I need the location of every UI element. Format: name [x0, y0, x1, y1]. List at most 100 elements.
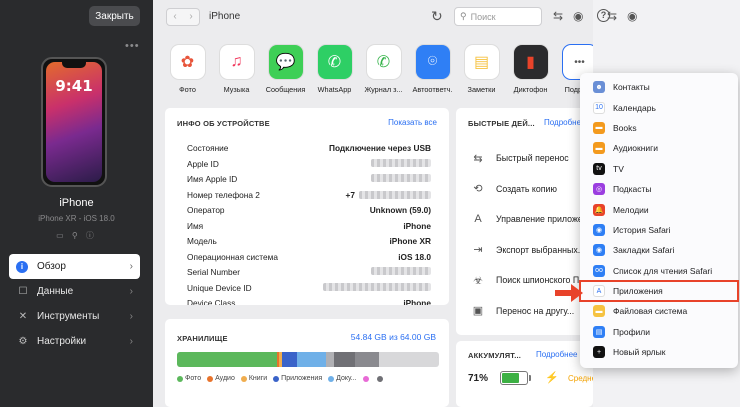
menu-item-11[interactable]: ▬ Файловая система [580, 301, 738, 321]
menu-item-label: Календарь [613, 102, 656, 113]
menu-item-10[interactable]: A Приложения [579, 279, 739, 303]
menu-item-12[interactable]: ▤ Профили [580, 322, 738, 342]
info-value: Unknown (59.0) [369, 205, 431, 215]
legend-item [376, 375, 385, 382]
storage-capacity: 54.84 GB из 64.00 GB [350, 332, 436, 342]
sidebar-item-0[interactable]: i Обзор › [9, 254, 140, 279]
tv-icon: tv [593, 162, 605, 175]
quick-action-item[interactable]: ⟲ Создать копию [470, 174, 590, 205]
menu-item-label: Контакты [613, 82, 650, 93]
app-shortcut[interactable]: ✆ Журнал з... [359, 45, 408, 94]
menu-item-8[interactable]: ◉ Закладки Safari [580, 240, 738, 260]
sidebar-nav: i Обзор › ☐ Данные › ✕ Инструменты › ⚙ Настройки › [9, 254, 140, 354]
info-circle-icon: i [16, 260, 28, 273]
tools-icon: ✕ [18, 311, 28, 322]
info-row: Операционная система iOS 18.0 [187, 252, 431, 268]
storage-segment [177, 352, 277, 367]
sidebar-item-1[interactable]: ☐ Данные › [9, 279, 140, 304]
charging-bolt-icon: ⚡ [545, 372, 559, 384]
show-all-link[interactable]: Показать все [388, 118, 437, 127]
quick-action-item[interactable]: ⇆ Быстрый перенос [470, 143, 590, 174]
menu-item-label: Приложения [613, 286, 663, 297]
menu-item-2[interactable]: ▬ Books [580, 118, 738, 138]
menu-item-5[interactable]: ◎ Подкасты [580, 179, 738, 199]
search-icon: ⚲ [460, 11, 467, 21]
music-icon: ♫ [219, 45, 254, 79]
device-model-os: iPhone XR - iOS 18.0 [38, 214, 115, 223]
files-icon: ▬ [593, 305, 605, 318]
menu-item-13[interactable]: + Новый ярлык [580, 342, 738, 362]
app-label: Музыка [223, 85, 250, 94]
menu-item-6[interactable]: 🔔 Мелодии [580, 199, 738, 219]
account-icon[interactable]: ◉ [627, 9, 637, 23]
quick-action-label: Экспорт выбранных... [496, 244, 586, 255]
storage-legend: Фото Аудио Книги Приложения Доку... [177, 375, 391, 382]
menu-item-7[interactable]: ◉ История Safari [580, 220, 738, 240]
account-icon[interactable]: ◉ [573, 9, 583, 23]
info-value: Подключение через USB [328, 143, 431, 153]
sidebar-item-label: Инструменты [37, 311, 100, 322]
battery-status: Средне [568, 374, 597, 383]
app-shortcut[interactable]: ⌾ Автоответч. [408, 45, 457, 94]
app-shortcut[interactable]: ✿ Фото [163, 45, 212, 94]
info-label: Операционная система [187, 251, 278, 262]
info-label: Имя [187, 220, 204, 231]
storage-segment [334, 352, 356, 367]
app-store-icon: A [593, 285, 605, 298]
safari-history-icon: ◉ [593, 223, 605, 236]
quick-action-item[interactable]: ⟳ [470, 326, 590, 335]
help-icon[interactable]: ? [597, 9, 610, 22]
legend-item: Доку... [328, 375, 357, 382]
storage-segment [281, 352, 298, 367]
more-icon[interactable]: ••• [125, 40, 140, 52]
device-status-icons: ▭ ⚲ ⓘ [56, 231, 97, 240]
menu-item-9[interactable]: oo Список для чтения Safari [580, 261, 738, 281]
legend-dot [177, 375, 183, 382]
menu-item-0[interactable]: ☻ Контакты [580, 77, 738, 97]
sidebar-item-3[interactable]: ⚙ Настройки › [9, 329, 140, 354]
device-info-header: ИНФО ОБ УСТРОЙСТВЕ [177, 119, 270, 128]
gear-icon: ⚙ [18, 336, 28, 347]
info-row: Модель iPhone XR [187, 236, 431, 252]
menu-item-4[interactable]: tv TV [580, 159, 738, 179]
device-info-card: ИНФО ОБ УСТРОЙСТВЕ Показать все Состояни… [165, 108, 449, 305]
back-icon[interactable]: ‹ [167, 9, 183, 25]
redacted-value [371, 267, 431, 275]
quick-action-item[interactable]: A Управление приложе... [470, 204, 590, 235]
menu-item-label: Профили [613, 326, 651, 337]
chevron-right-icon: › [129, 311, 133, 322]
app-shortcut[interactable]: ♫ Музыка [212, 45, 261, 94]
info-label: Состояние [187, 143, 229, 153]
app-store-icon: A [474, 213, 482, 226]
sidebar-item-label: Данные [37, 286, 74, 297]
app-shortcut[interactable]: 💬 Сообщения [261, 45, 310, 94]
contacts-icon: ☻ [593, 81, 605, 94]
info-label: Оператор [187, 205, 225, 215]
transfer-icon[interactable]: ⇆ [553, 9, 563, 23]
sidebar-item-2[interactable]: ✕ Инструменты › [9, 304, 140, 329]
search-input[interactable]: ⚲ Поиск [454, 7, 542, 26]
menu-item-1[interactable]: 10 Календарь [580, 97, 738, 117]
battery-header: АККУМУЛЯТ... [468, 351, 522, 360]
info-row: Unique Device ID [187, 282, 431, 299]
menu-item-label: Закладки Safari [613, 245, 675, 256]
menu-item-3[interactable]: ▬ Аудиокниги [580, 138, 738, 158]
redacted-value [323, 282, 431, 291]
info-label: Модель [187, 236, 217, 246]
app-shortcut[interactable]: ✆ WhatsApp [310, 45, 359, 94]
app-shortcut[interactable]: ▮ Диктофон [506, 45, 555, 94]
info-row: Состояние Подключение через USB [187, 143, 431, 159]
quick-action-item[interactable]: ⇥ Экспорт выбранных... [470, 235, 590, 266]
info-label: Номер телефона 2 [187, 189, 260, 200]
app-shortcut[interactable]: ▤ Заметки [457, 45, 506, 94]
refresh-icon[interactable]: ↻ [431, 8, 443, 25]
app-label: Фото [179, 85, 196, 94]
forward-icon[interactable]: › [183, 9, 199, 25]
search-placeholder: Поиск [470, 11, 496, 22]
close-button[interactable]: Закрыть [89, 6, 140, 26]
info-value: iOS 18.0 [398, 251, 431, 262]
storage-segment [355, 352, 379, 367]
voice-memo-icon: ▮ [513, 45, 548, 79]
info-row: Номер телефона 2 +7 [187, 190, 431, 206]
battery-more-link[interactable]: Подробнее [536, 350, 578, 359]
